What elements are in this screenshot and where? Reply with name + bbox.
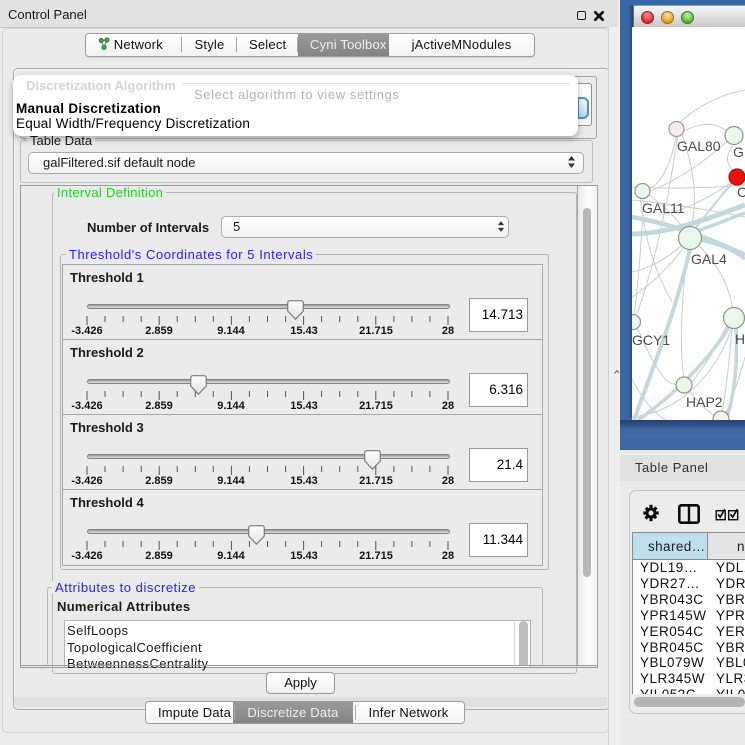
- svg-text:HAP2: HAP2: [686, 394, 723, 410]
- svg-text:C: C: [737, 184, 745, 200]
- svg-text:GAL4: GAL4: [691, 251, 727, 267]
- svg-text:GCY1: GCY1: [632, 332, 670, 348]
- svg-text:GAL80: GAL80: [677, 138, 721, 154]
- svg-text:GAL11: GAL11: [642, 200, 685, 216]
- svg-text:H: H: [735, 331, 745, 347]
- svg-text:G.: G.: [733, 144, 745, 160]
